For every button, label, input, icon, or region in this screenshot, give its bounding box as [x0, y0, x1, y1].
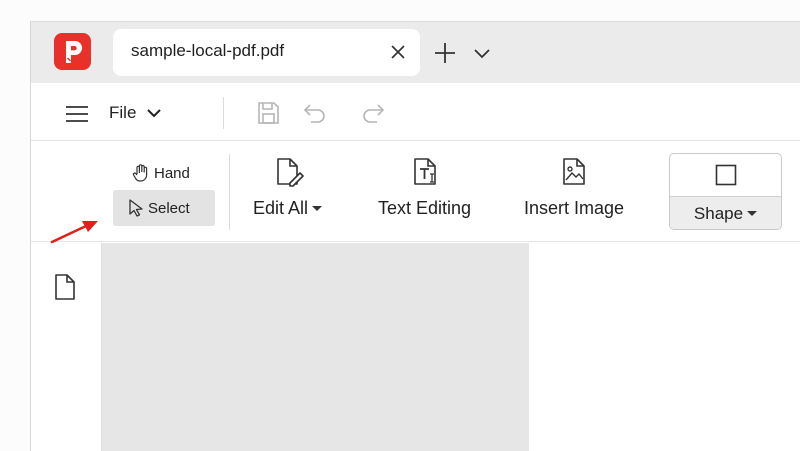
- document-canvas[interactable]: [102, 243, 800, 451]
- left-sidebar: [31, 243, 102, 451]
- select-tool-button[interactable]: Select: [113, 190, 215, 226]
- shape-button-main[interactable]: [670, 154, 781, 196]
- edit-document-icon: [276, 158, 304, 187]
- ribbon-toolbar: Hand Select Edit All Text Editing Insert…: [31, 142, 800, 242]
- shape-dropdown[interactable]: Shape: [670, 196, 781, 229]
- hand-tool-label: Hand: [154, 164, 190, 182]
- shape-label: Shape: [693, 203, 744, 223]
- edit-all-label: Edit All: [253, 198, 309, 218]
- app-window: sample-local-pdf.pdf File Hand Select Ed…: [30, 21, 800, 451]
- insert-image-icon: [563, 158, 585, 185]
- dropdown-caret-icon: [312, 206, 323, 211]
- annotation-arrow-icon: [50, 221, 98, 244]
- redo-icon[interactable]: [359, 99, 387, 127]
- document-tab[interactable]: sample-local-pdf.pdf: [113, 29, 420, 76]
- app-logo-icon: [54, 33, 91, 70]
- text-editing-label: Text Editing: [378, 198, 472, 218]
- edit-all-button[interactable]: Edit All: [253, 156, 323, 219]
- pdf-page[interactable]: [102, 243, 529, 451]
- tab-bar: sample-local-pdf.pdf: [31, 22, 800, 83]
- undo-icon[interactable]: [301, 99, 329, 127]
- select-tool-label: Select: [148, 199, 190, 217]
- chevron-down-icon[interactable]: [473, 46, 491, 60]
- hand-icon: [132, 164, 148, 182]
- file-menu-label: File: [109, 103, 137, 122]
- text-editing-button[interactable]: Text Editing: [378, 156, 471, 219]
- close-icon[interactable]: [389, 43, 407, 61]
- hand-tool-button[interactable]: Hand: [127, 160, 194, 186]
- insert-image-button[interactable]: Insert Image: [524, 156, 624, 219]
- text-edit-icon: [413, 158, 436, 185]
- save-icon[interactable]: [254, 99, 282, 127]
- divider: [229, 154, 230, 230]
- menu-bar: File: [31, 83, 800, 141]
- plus-icon[interactable]: [434, 42, 456, 64]
- insert-image-label: Insert Image: [524, 198, 625, 218]
- square-icon: [715, 164, 736, 186]
- divider: [223, 97, 224, 129]
- chevron-down-icon: [147, 109, 162, 118]
- hamburger-icon[interactable]: [66, 105, 88, 123]
- shape-button[interactable]: Shape: [669, 153, 782, 230]
- dropdown-caret-icon: [747, 211, 758, 216]
- file-menu[interactable]: File: [109, 103, 162, 123]
- tab-title: sample-local-pdf.pdf: [131, 41, 285, 60]
- document-icon[interactable]: [53, 273, 77, 301]
- cursor-icon: [129, 199, 143, 217]
